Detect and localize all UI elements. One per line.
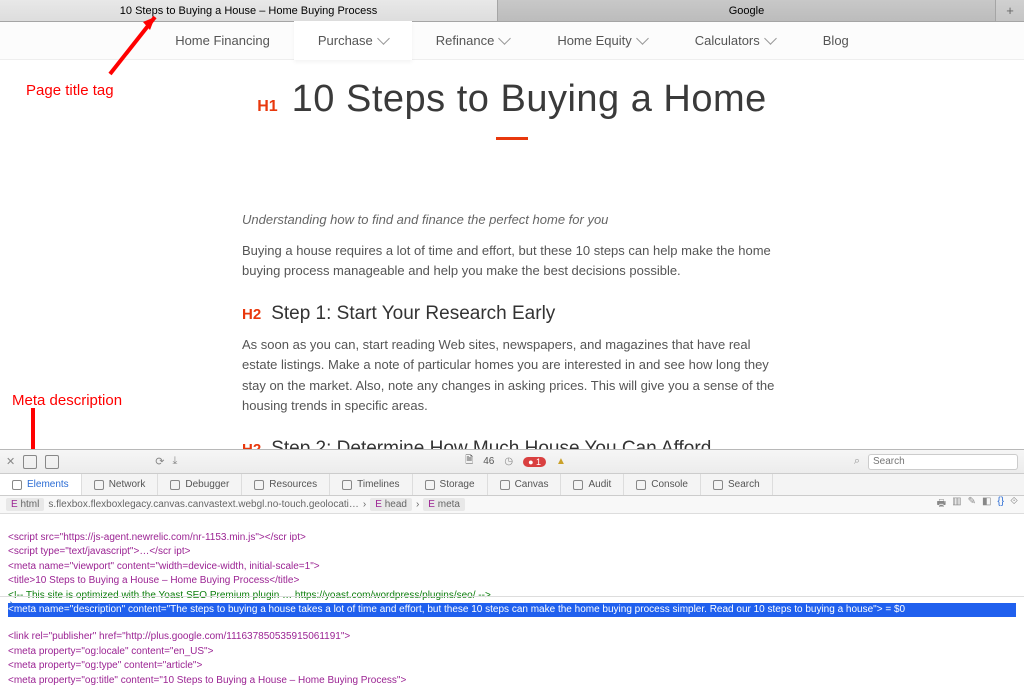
h1-annotation: H1 <box>257 98 277 116</box>
tab-storage[interactable]: Storage <box>413 474 488 495</box>
tab-label: Audit <box>588 479 611 490</box>
step1-paragraph: As soon as you can, start reading Web si… <box>242 335 782 416</box>
tab-timelines[interactable]: Timelines <box>330 474 412 495</box>
search-tab-icon <box>713 480 723 490</box>
sidebar-toggle-icon[interactable] <box>23 455 37 469</box>
page-content: H1 10 Steps to Buying a Home Understandi… <box>0 60 1024 460</box>
time-icon: ◷ <box>504 456 513 467</box>
tab-title: Google <box>729 5 764 17</box>
resources-icon <box>254 480 264 490</box>
audit-icon <box>573 480 583 490</box>
tab-audit[interactable]: Audit <box>561 474 624 495</box>
storage-icon <box>425 480 435 490</box>
code-line: <meta name="viewport" content="width=dev… <box>8 561 320 572</box>
crumb-head[interactable]: E head <box>370 498 412 511</box>
tab-console[interactable]: Console <box>624 474 701 495</box>
tab-label: Console <box>651 479 688 490</box>
browser-tab-bar: 10 Steps to Buying a House – Home Buying… <box>0 0 1024 22</box>
tab-elements[interactable]: Elements <box>0 474 82 495</box>
chevron-down-icon <box>498 32 511 45</box>
crumb-meta[interactable]: E meta <box>423 498 465 511</box>
devtools-search-input[interactable] <box>868 454 1018 470</box>
tab-label: Resources <box>269 479 317 490</box>
console-icon <box>636 480 646 490</box>
debugger-icon <box>170 480 180 490</box>
crumb-html[interactable]: E html <box>6 498 44 511</box>
nav-label: Home Equity <box>557 33 631 48</box>
devtools-tabs: Elements Network Debugger Resources Time… <box>0 474 1024 496</box>
tab-label: Timelines <box>357 479 399 490</box>
close-icon[interactable]: ✕ <box>6 455 15 468</box>
refresh-icon[interactable]: ⟳ <box>155 455 164 468</box>
code-line: <meta property="og:locale" content="en_U… <box>8 646 213 657</box>
tab-label: Elements <box>27 479 69 490</box>
new-tab-button[interactable]: + <box>996 0 1024 21</box>
nav-label: Home Financing <box>175 33 270 48</box>
doc-count: 46 <box>483 456 494 467</box>
brush-icon[interactable]: ✎ <box>968 496 976 513</box>
canvas-icon <box>500 480 510 490</box>
nav-label: Calculators <box>695 33 760 48</box>
code-line: <meta property="og:title" content="10 St… <box>8 675 406 686</box>
tab-canvas[interactable]: Canvas <box>488 474 562 495</box>
main-nav: Home Financing Purchase Refinance Home E… <box>0 22 1024 60</box>
error-badge[interactable]: ● 1 <box>523 457 546 467</box>
nav-home-equity[interactable]: Home Equity <box>533 22 670 60</box>
code-line: <script type="text/javascript">…</scr ip… <box>8 546 190 557</box>
tab-label: Search <box>728 479 760 490</box>
tab-network[interactable]: Network <box>82 474 159 495</box>
tab-label: Network <box>109 479 146 490</box>
console-prompt[interactable]: › <box>0 596 1024 614</box>
network-icon <box>94 480 104 490</box>
nav-label: Refinance <box>436 33 495 48</box>
code-line: <link rel="publisher" href="http://plus.… <box>8 631 350 642</box>
tag-icon[interactable]: ⟐ <box>1010 496 1018 513</box>
intro-paragraph: Buying a house requires a lot of time an… <box>242 241 782 281</box>
browser-tab-active[interactable]: 10 Steps to Buying a House – Home Buying… <box>0 0 498 21</box>
heading-divider <box>496 137 528 140</box>
nav-label: Blog <box>823 33 849 48</box>
devtools-sidebar-icons: 🖶 ▥ ✎ ◧ {} ⟐ <box>937 496 1018 513</box>
h2-annotation: H2 <box>242 306 261 323</box>
panel-toggle-icon[interactable] <box>45 455 59 469</box>
devtools-toolbar: ✕ ⟳ ⤓ 🗎 46 ◷ ● 1 ▲ ⌕ <box>0 450 1024 474</box>
nav-home-financing[interactable]: Home Financing <box>151 22 294 60</box>
search-icon: ⌕ <box>854 455 860 468</box>
chevron-down-icon <box>764 32 777 45</box>
braces-icon[interactable]: {} <box>997 496 1004 513</box>
chevron-down-icon <box>377 32 390 45</box>
chevron-down-icon <box>636 32 649 45</box>
tab-label: Canvas <box>515 479 549 490</box>
nav-purchase[interactable]: Purchase <box>294 22 412 60</box>
print-icon[interactable]: 🖶 <box>937 496 946 513</box>
elements-icon <box>12 480 22 490</box>
devtools-breadcrumb: E html s.flexbox.flexboxlegacy.canvas.ca… <box>0 496 1024 514</box>
tab-title: 10 Steps to Buying a House – Home Buying… <box>120 5 377 17</box>
nav-refinance[interactable]: Refinance <box>412 22 534 60</box>
code-line: <title>10 Steps to Buying a House – Home… <box>8 575 299 586</box>
tab-label: Storage <box>440 479 475 490</box>
timelines-icon <box>342 480 352 490</box>
doc-icon: 🗎 <box>465 453 473 470</box>
warn-icon: ▲ <box>556 456 566 467</box>
tab-search[interactable]: Search <box>701 474 773 495</box>
download-icon[interactable]: ⤓ <box>172 455 177 468</box>
devtools-panel: ✕ ⟳ ⤓ 🗎 46 ◷ ● 1 ▲ ⌕ Elements Network Deb… <box>0 449 1024 614</box>
tab-resources[interactable]: Resources <box>242 474 330 495</box>
nav-blog[interactable]: Blog <box>799 22 873 60</box>
layout-icon[interactable]: ▥ <box>952 496 961 513</box>
intro-emphasis: Understanding how to find and finance th… <box>242 212 782 227</box>
page-heading: 10 Steps to Buying a Home <box>292 78 767 121</box>
tab-label: Debugger <box>185 479 229 490</box>
crumb-classes: s.flexbox.flexboxlegacy.canvas.canvastex… <box>48 499 359 510</box>
nav-calculators[interactable]: Calculators <box>671 22 799 60</box>
nav-label: Purchase <box>318 33 373 48</box>
code-line: <meta property="og:type" content="articl… <box>8 660 202 671</box>
browser-tab-inactive[interactable]: Google <box>498 0 996 21</box>
step1-heading: Step 1: Start Your Research Early <box>271 303 555 325</box>
adjust-icon[interactable]: ◧ <box>982 496 991 513</box>
code-line: <script src="https://js-agent.newrelic.c… <box>8 532 306 543</box>
tab-debugger[interactable]: Debugger <box>158 474 242 495</box>
